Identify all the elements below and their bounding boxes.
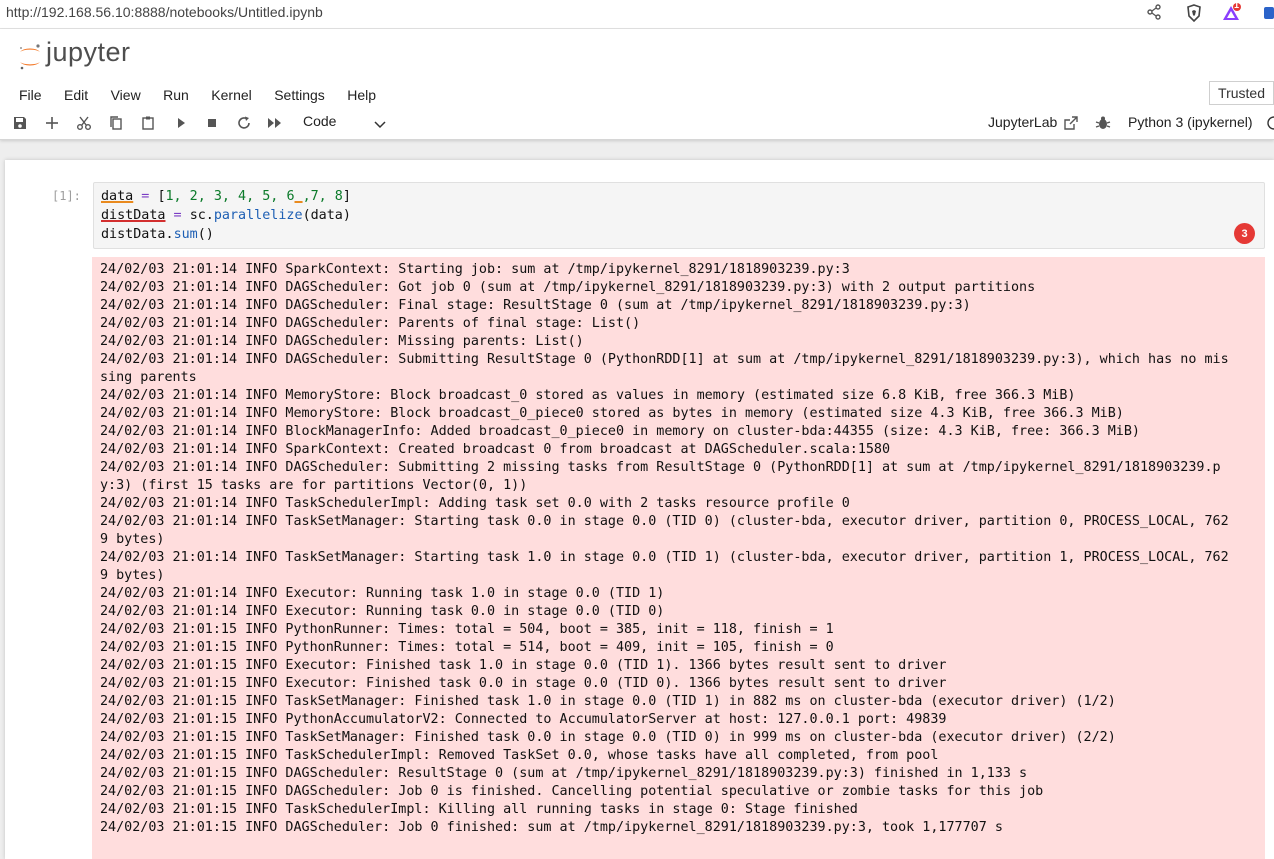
notebook-panel: [1]: data = [1, 2, 3, 4, 5, 6 ,7, 8] dis… [5, 160, 1274, 859]
output-line: sing parents [100, 370, 197, 385]
code-number-6: 6 [286, 189, 295, 204]
debugger-bug-icon[interactable] [1093, 113, 1113, 133]
brave-shield-icon[interactable] [1184, 3, 1204, 23]
output-line: 24/02/03 21:01:15 INFO PythonRunner: Tim… [100, 622, 834, 637]
notebook-toolbar: Code JupyterLab Python 3 (ipykernel) [0, 109, 1274, 137]
output-line: 24/02/03 21:01:15 INFO TaskSetManager: F… [100, 694, 1116, 709]
menu-help[interactable]: Help [338, 85, 385, 105]
output-line: 24/02/03 21:01:14 INFO TaskSchedulerImpl… [100, 496, 850, 511]
output-line: 24/02/03 21:01:14 INFO DAGScheduler: Par… [100, 316, 641, 331]
jupyter-header: jupyter File Edit View Run Kernel Settin… [0, 29, 1274, 140]
cell-type-select[interactable]: Code [303, 113, 336, 129]
output-line: 24/02/03 21:01:14 INFO DAGScheduler: Got… [100, 280, 1036, 295]
output-line: 24/02/03 21:01:15 INFO DAGScheduler: Job… [100, 820, 1003, 835]
output-line: 24/02/03 21:01:15 INFO PythonRunner: Tim… [100, 640, 834, 655]
output-line: 24/02/03 21:01:14 INFO TaskSetManager: S… [100, 550, 1229, 565]
menu-view[interactable]: View [102, 85, 150, 105]
output-line: 9 bytes) [100, 568, 165, 583]
code-args-3: () [197, 227, 214, 242]
code-fn-sum: sum [173, 227, 198, 242]
output-line: 24/02/03 21:01:15 INFO DAGScheduler: Res… [100, 766, 1028, 781]
kernel-name[interactable]: Python 3 (ipykernel) [1128, 114, 1253, 130]
main-menu-bar: File Edit View Run Kernel Settings Help [10, 85, 385, 109]
restart-run-all-icon[interactable] [265, 113, 285, 133]
output-log: 24/02/03 21:01:14 INFO SparkContext: Sta… [92, 257, 1265, 837]
add-cell-icon[interactable] [42, 113, 62, 133]
output-line: 24/02/03 21:01:14 INFO MemoryStore: Bloc… [100, 406, 1124, 421]
code-cell-editor[interactable]: data = [1, 2, 3, 4, 5, 6 ,7, 8] distData… [93, 182, 1265, 249]
paste-icon[interactable] [138, 113, 158, 133]
code-var-distdata: distData [101, 208, 166, 223]
output-line: 24/02/03 21:01:14 INFO Executor: Running… [100, 604, 665, 619]
restart-kernel-icon[interactable] [234, 113, 254, 133]
code-numbers: 1, 2, 3, 4, 5, [165, 189, 287, 204]
save-icon[interactable] [10, 113, 30, 133]
menu-edit[interactable]: Edit [55, 85, 97, 105]
cell-output-stderr: 24/02/03 21:01:14 INFO SparkContext: Sta… [92, 257, 1265, 859]
output-line: 24/02/03 21:01:15 INFO TaskSchedulerImpl… [100, 748, 939, 763]
code-var-data: data [101, 189, 134, 204]
browser-address-bar[interactable]: http://192.168.56.10:8888/notebooks/Unti… [0, 0, 1274, 29]
output-line: 24/02/03 21:01:14 INFO DAGScheduler: Sub… [100, 460, 1221, 475]
output-line: 24/02/03 21:01:15 INFO DAGScheduler: Job… [100, 784, 1044, 799]
output-line: 24/02/03 21:01:14 INFO SparkContext: Sta… [100, 262, 850, 277]
output-line: 24/02/03 21:01:15 INFO Executor: Finishe… [100, 658, 947, 673]
kernel-status-icon [1262, 113, 1274, 133]
chevron-down-icon[interactable] [374, 117, 386, 135]
url-text[interactable]: http://192.168.56.10:8888/notebooks/Unti… [6, 4, 323, 20]
jupyter-logo-icon [20, 44, 40, 70]
output-line: 24/02/03 21:01:14 INFO TaskSetManager: S… [100, 514, 1229, 529]
extension-icon[interactable] [1262, 3, 1274, 23]
output-line: 24/02/03 21:01:14 INFO MemoryStore: Bloc… [100, 388, 1076, 403]
output-line: 24/02/03 21:01:14 INFO DAGScheduler: Mis… [100, 334, 584, 349]
brave-rewards-icon[interactable]: 1 [1220, 0, 1241, 23]
output-line: 24/02/03 21:01:15 INFO PythonAccumulator… [100, 712, 947, 727]
output-line: 24/02/03 21:01:15 INFO TaskSetManager: F… [100, 730, 1116, 745]
output-line: y:3) (first 15 tasks are for partitions … [100, 478, 528, 493]
code-numbers-tail: ,7, 8 [302, 189, 343, 204]
trusted-indicator[interactable]: Trusted [1209, 81, 1274, 105]
cell-execution-count: [1]: [52, 189, 81, 203]
share-icon[interactable] [1145, 3, 1165, 23]
menu-kernel[interactable]: Kernel [202, 85, 260, 105]
output-line: 9 bytes) [100, 532, 165, 547]
output-line: 24/02/03 21:01:14 INFO DAGScheduler: Sub… [100, 352, 1229, 367]
output-line: 24/02/03 21:01:15 INFO TaskSchedulerImpl… [100, 802, 858, 817]
menu-file[interactable]: File [10, 85, 51, 105]
diagnostics-badge[interactable]: 3 [1234, 223, 1255, 244]
stop-kernel-icon[interactable] [202, 113, 222, 133]
code-warning-gap [295, 189, 303, 204]
code-args-2: (data) [302, 208, 351, 223]
code-text[interactable]: data = [1, 2, 3, 4, 5, 6 ,7, 8] distData… [101, 187, 351, 244]
output-line: 24/02/03 21:01:14 INFO SparkContext: Cre… [100, 442, 891, 457]
jupyter-logo-text: jupyter [46, 37, 131, 67]
menu-settings[interactable]: Settings [265, 85, 334, 105]
copy-icon[interactable] [106, 113, 126, 133]
output-line: 24/02/03 21:01:14 INFO BlockManagerInfo:… [100, 424, 1140, 439]
output-line: 24/02/03 21:01:15 INFO Executor: Finishe… [100, 676, 947, 691]
output-line: 24/02/03 21:01:14 INFO DAGScheduler: Fin… [100, 298, 971, 313]
code-op-2: = [165, 208, 190, 223]
run-cell-icon[interactable] [171, 113, 191, 133]
external-link-icon[interactable] [1061, 113, 1081, 133]
code-op: = [133, 189, 158, 204]
output-line: 24/02/03 21:01:14 INFO Executor: Running… [100, 586, 665, 601]
code-obj-sc: sc. [189, 208, 214, 223]
code-bracket-close: ] [342, 189, 351, 204]
cut-icon[interactable] [74, 113, 94, 133]
rewards-badge-count: 1 [1234, 0, 1240, 10]
open-jupyterlab-link[interactable]: JupyterLab [988, 114, 1057, 130]
code-bracket: [ [157, 189, 166, 204]
code-fn-parallelize: parallelize [213, 208, 303, 223]
code-obj-distdata: distData. [101, 227, 174, 242]
menu-run[interactable]: Run [154, 85, 198, 105]
